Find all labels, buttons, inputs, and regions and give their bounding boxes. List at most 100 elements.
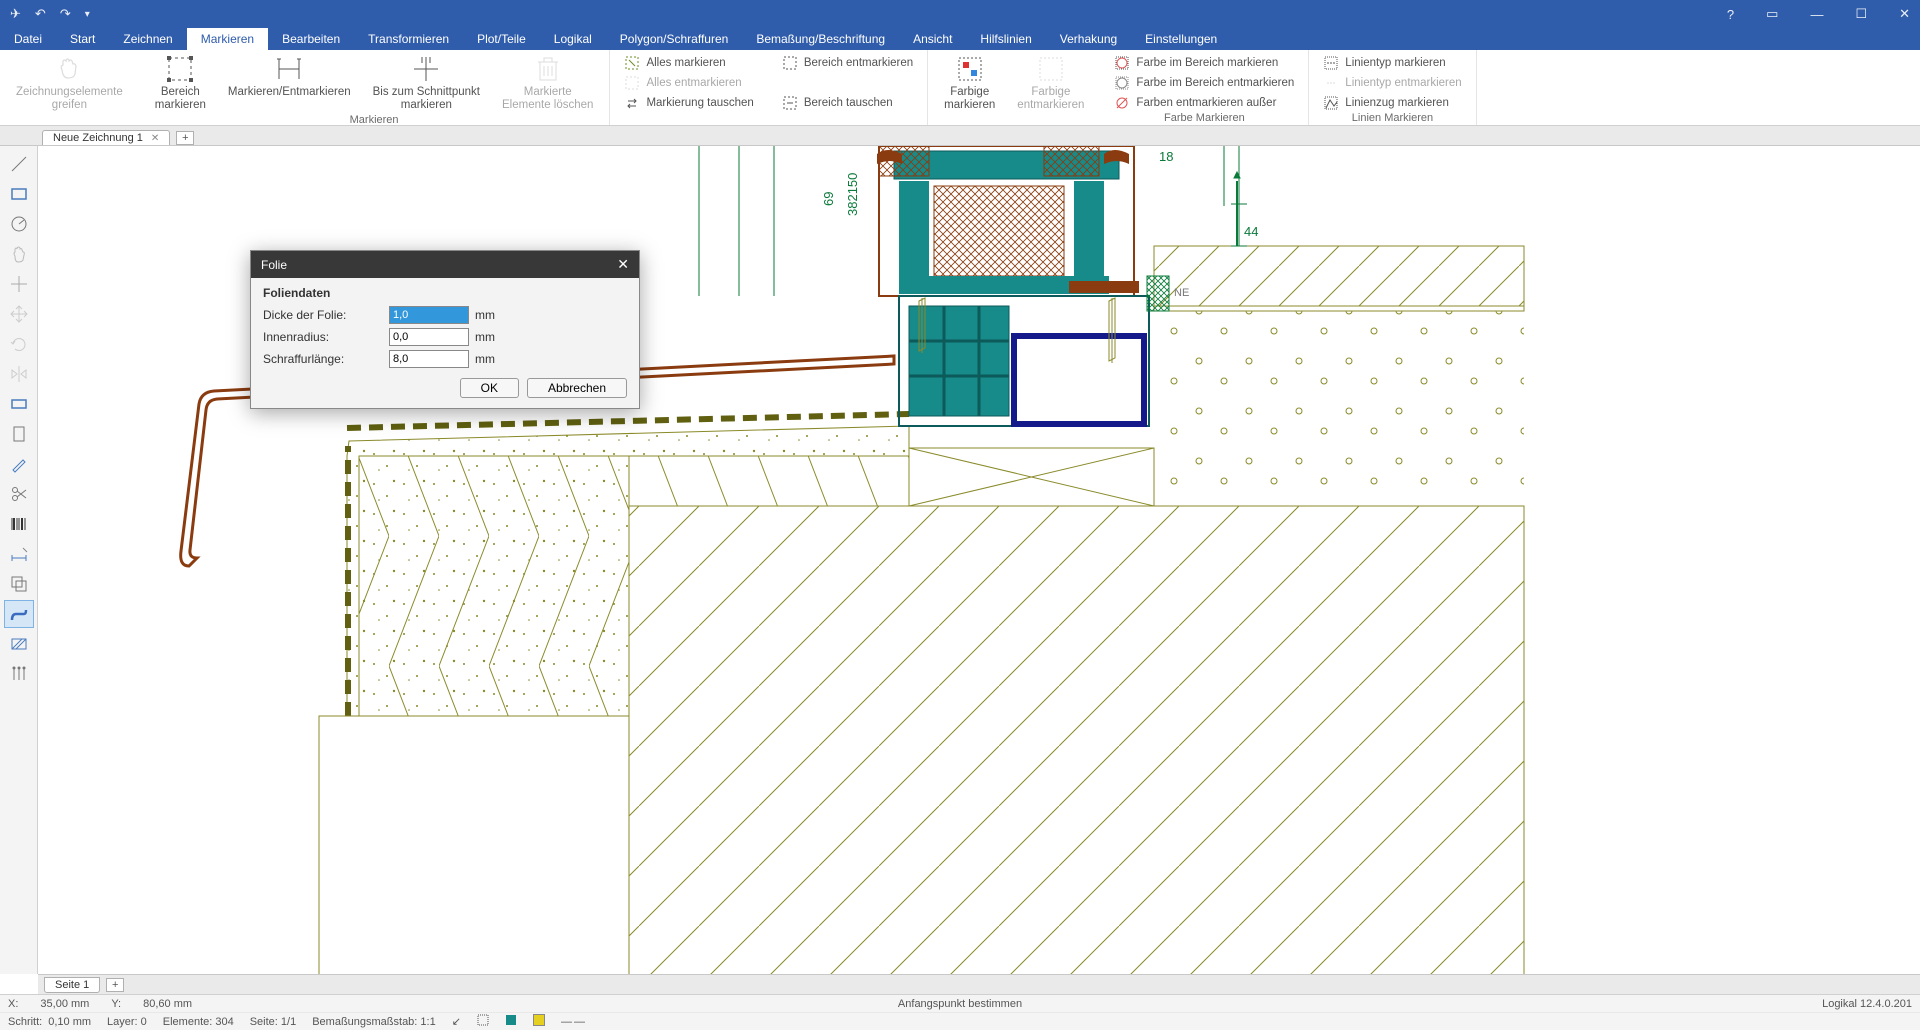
tool-rotate[interactable] — [4, 330, 34, 358]
menu-transformieren[interactable]: Transformieren — [354, 28, 463, 50]
label: Farbe im Bereich entmarkieren — [1136, 77, 1294, 89]
tool-foil[interactable] — [4, 600, 34, 628]
schritt-value: 0,10 mm — [48, 1016, 91, 1028]
tool-dimension[interactable] — [4, 540, 34, 568]
menu-plotteile[interactable]: Plot/Teile — [463, 28, 540, 50]
btn-bereich-markieren[interactable]: Bereich markieren — [149, 52, 212, 114]
tool-move[interactable] — [4, 300, 34, 328]
tool-pan[interactable] — [4, 240, 34, 268]
input-dicke[interactable] — [389, 306, 469, 324]
scale-value: Bemaßungsmaßstab: 1:1 — [312, 1016, 436, 1028]
btn-markieren-entmarkieren[interactable]: Markieren/Entmarkieren — [222, 52, 357, 114]
tool-page[interactable] — [4, 420, 34, 448]
qat-more-icon[interactable]: ▾ — [85, 9, 90, 20]
menu-hilfslinien[interactable]: Hilfslinien — [966, 28, 1045, 50]
restore-window-icon[interactable]: ▭ — [1762, 6, 1782, 22]
status-color-swatch[interactable] — [533, 1014, 545, 1029]
status-icon-2[interactable] — [477, 1014, 489, 1029]
unit: mm — [475, 308, 495, 322]
maximize-button[interactable]: ☐ — [1851, 6, 1871, 22]
layer-value: Layer: 0 — [107, 1016, 147, 1028]
tool-circle[interactable] — [4, 210, 34, 238]
select-all-icon — [624, 55, 640, 71]
btn-farbige-entmarkieren[interactable]: Farbige entmarkieren — [1011, 52, 1090, 125]
tool-line[interactable] — [4, 150, 34, 178]
tool-pins[interactable] — [4, 660, 34, 688]
menu-ansicht[interactable]: Ansicht — [899, 28, 966, 50]
status-bar-info: Schritt: 0,10 mm Layer: 0 Elemente: 304 … — [0, 1012, 1920, 1030]
toggle-mark-icon — [274, 54, 304, 84]
x-label: X: — [8, 998, 18, 1010]
doc-tab[interactable]: Neue Zeichnung 1 ✕ — [42, 130, 170, 145]
menu-markieren[interactable]: Markieren — [187, 28, 268, 50]
tool-fill-rect[interactable] — [4, 390, 34, 418]
color-area-de-icon — [1114, 75, 1130, 91]
status-icon-1[interactable]: ↙ — [452, 1015, 461, 1028]
menu-datei[interactable]: Datei — [0, 28, 56, 50]
deselect-area-icon — [782, 55, 798, 71]
menu-zeichnen[interactable]: Zeichnen — [109, 28, 186, 50]
btn-bis-schnittpunkt[interactable]: Bis zum Schnittpunkt markieren — [367, 52, 486, 114]
y-label: Y: — [111, 998, 121, 1010]
tool-barcode[interactable] — [4, 510, 34, 538]
dialog-titlebar[interactable]: Folie ✕ — [251, 251, 639, 278]
send-icon[interactable]: ✈ — [10, 6, 21, 22]
btn-greifen[interactable]: Zeichnungselemente greifen — [10, 52, 129, 125]
page-tab[interactable]: Seite 1 — [44, 977, 100, 993]
page-tabs: Seite 1 + — [38, 974, 1920, 994]
menu-logikal[interactable]: Logikal — [540, 28, 606, 50]
row-schraffur: Schraffurlänge: mm — [263, 350, 627, 368]
btn-linienzug-markieren[interactable]: Linienzug markieren — [1319, 94, 1465, 112]
label: Zeichnungselemente greifen — [16, 86, 123, 112]
swap-icon — [624, 95, 640, 111]
tool-pencil[interactable] — [4, 450, 34, 478]
btn-alles-markieren[interactable]: Alles markieren — [620, 54, 757, 72]
input-schraffur[interactable] — [389, 350, 469, 368]
btn-linientyp-markieren[interactable]: Linientyp markieren — [1319, 54, 1465, 72]
close-button[interactable]: ✕ — [1895, 6, 1914, 22]
intersect-icon — [411, 54, 441, 84]
btn-farbe-bereich-entmarkieren[interactable]: Farbe im Bereich entmarkieren — [1110, 74, 1298, 92]
menu-bemassung[interactable]: Bemaßung/Beschriftung — [742, 28, 899, 50]
menu-start[interactable]: Start — [56, 28, 109, 50]
cancel-button[interactable]: Abbrechen — [527, 378, 627, 398]
menu-polygon[interactable]: Polygon/Schraffuren — [606, 28, 743, 50]
label: Linientyp markieren — [1345, 57, 1445, 69]
menu-verhakung[interactable]: Verhakung — [1046, 28, 1131, 50]
menu-bearbeiten[interactable]: Bearbeiten — [268, 28, 354, 50]
status-icon-3[interactable] — [505, 1014, 517, 1029]
btn-bereich-tauschen[interactable]: Bereich tauschen — [778, 94, 917, 112]
btn-farbige-markieren[interactable]: Farbige markieren — [938, 52, 1001, 125]
tool-hatch[interactable] — [4, 630, 34, 658]
input-innenradius[interactable] — [389, 328, 469, 346]
btn-alles-entmarkieren[interactable]: Alles entmarkieren — [620, 74, 757, 92]
label: Linienzug markieren — [1345, 97, 1449, 109]
dialog-close-icon[interactable]: ✕ — [617, 256, 629, 273]
btn-markierung-tauschen[interactable]: Markierung tauschen — [620, 94, 757, 112]
status-bar-coords: X: 35,00 mm Y: 80,60 mm Anfangspunkt bes… — [0, 994, 1920, 1012]
label: Linientyp entmarkieren — [1345, 77, 1461, 89]
menu-einstellungen[interactable]: Einstellungen — [1131, 28, 1231, 50]
tool-scissors[interactable] — [4, 480, 34, 508]
btn-farben-entmarkieren-ausser[interactable]: Farben entmarkieren außer — [1110, 94, 1298, 112]
redo-icon[interactable]: ↷ — [60, 6, 71, 22]
btn-bereich-entmarkieren[interactable]: Bereich entmarkieren — [778, 54, 917, 72]
tool-snap[interactable] — [4, 270, 34, 298]
undo-icon[interactable]: ↶ — [35, 6, 46, 22]
tab-close-icon[interactable]: ✕ — [151, 133, 159, 144]
add-tab-button[interactable]: + — [176, 131, 194, 145]
label: Alles markieren — [646, 57, 725, 69]
ok-button[interactable]: OK — [460, 378, 519, 398]
tool-rect[interactable] — [4, 180, 34, 208]
minimize-button[interactable]: — — [1806, 7, 1827, 22]
title-bar: ✈ ↶ ↷ ▾ ? ▭ — ☐ ✕ — [0, 0, 1920, 28]
btn-farbe-bereich-markieren[interactable]: Farbe im Bereich markieren — [1110, 54, 1298, 72]
status-linetype[interactable]: —— — [561, 1016, 587, 1028]
color-area-icon — [1114, 55, 1130, 71]
add-page-button[interactable]: + — [106, 978, 124, 992]
btn-linientyp-entmarkieren[interactable]: Linientyp entmarkieren — [1319, 74, 1465, 92]
btn-markierte-loeschen[interactable]: Markierte Elemente löschen — [496, 52, 599, 114]
tool-layers[interactable] — [4, 570, 34, 598]
tool-mirror[interactable] — [4, 360, 34, 388]
help-button[interactable]: ? — [1723, 7, 1738, 22]
